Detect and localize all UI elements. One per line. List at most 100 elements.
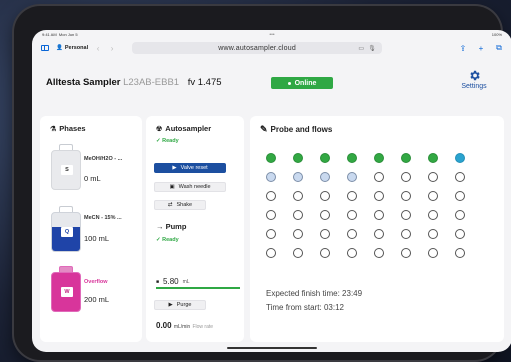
share-icon[interactable]: ⇪ (458, 44, 468, 53)
battery-status: 100% (491, 32, 502, 37)
expected-finish: Expected finish time: 23:49 (266, 289, 363, 298)
bottle-q[interactable]: Q (51, 206, 81, 252)
device-title: Alltesta Sampler L23AB-EBB1 fv 1.475 (46, 77, 222, 88)
device-name: Alltesta Sampler (46, 77, 121, 88)
reader-icon[interactable]: ▭ (358, 45, 364, 52)
probe-well-empty[interactable] (428, 248, 438, 258)
bottle-q-name: MeCN - 15% ... (84, 215, 122, 221)
wash-needle-button[interactable]: ▣ Wash needle (154, 182, 226, 192)
back-icon[interactable]: ‹ (94, 44, 102, 53)
probe-well-queued[interactable] (266, 172, 276, 182)
probe-well-empty[interactable] (401, 248, 411, 258)
settings-button[interactable]: Settings (454, 69, 494, 90)
screen: 9:41 AM Mon Jun 5 ••• 100% 👤 Personal ‹ … (32, 30, 511, 352)
probe-well-empty[interactable] (428, 191, 438, 201)
probe-well-empty[interactable] (293, 248, 303, 258)
multitask-dots[interactable]: ••• (269, 32, 274, 38)
probe-well-done[interactable] (347, 153, 357, 163)
browser-toolbar: 👤 Personal ‹ › www.autosampler.cloud ▭ 🎙… (32, 39, 511, 57)
probe-well-active[interactable] (455, 153, 465, 163)
probe-well-done[interactable] (266, 153, 276, 163)
pump-volume-value: 5.80 (163, 277, 179, 286)
probe-well-empty[interactable] (455, 229, 465, 239)
phases-panel: ⚗ Phases S MeOH/H2O - ... 0 mL Q MeCN - … (40, 116, 142, 342)
probe-well-empty[interactable] (320, 191, 330, 201)
forward-icon[interactable]: › (108, 44, 116, 53)
pump-title: → Pump (156, 222, 187, 231)
probe-well-empty[interactable] (374, 191, 384, 201)
probe-well-empty[interactable] (320, 229, 330, 239)
valve-reset-button[interactable]: ▶ Valve reset (154, 163, 226, 173)
bottle-s-volume: 0 mL (84, 174, 101, 183)
probe-well-empty[interactable] (401, 191, 411, 201)
status-label: Online (294, 79, 317, 87)
probe-well-empty[interactable] (347, 229, 357, 239)
play-icon: ▶ (172, 165, 177, 171)
autosampler-status: ✓ Ready (156, 138, 179, 144)
probe-well-empty[interactable] (455, 191, 465, 201)
flow-rate-value: 0.00 (156, 321, 172, 330)
time-from-start-value: 03:12 (323, 303, 344, 312)
new-tab-icon[interactable]: + (476, 44, 486, 53)
probe-well-empty[interactable] (293, 191, 303, 201)
probe-well-queued[interactable] (347, 172, 357, 182)
probe-well-done[interactable] (293, 153, 303, 163)
firmware-version: fv 1.475 (187, 77, 222, 88)
probe-well-empty[interactable] (347, 191, 357, 201)
probe-well-queued[interactable] (320, 172, 330, 182)
probe-well-empty[interactable] (374, 248, 384, 258)
probe-well-empty[interactable] (320, 210, 330, 220)
url-text: www.autosampler.cloud (218, 44, 296, 52)
probe-well-empty[interactable] (320, 248, 330, 258)
probe-well-empty[interactable] (455, 172, 465, 182)
microphone-icon[interactable]: 🎙 (368, 45, 376, 52)
probe-well-empty[interactable] (374, 229, 384, 239)
probe-well-empty[interactable] (266, 191, 276, 201)
url-bar[interactable]: www.autosampler.cloud ▭ 🎙 (132, 42, 383, 54)
probe-well-empty[interactable] (428, 172, 438, 182)
probe-well-empty[interactable] (266, 229, 276, 239)
gear-icon (469, 70, 480, 81)
home-indicator[interactable] (227, 347, 317, 349)
probe-well-empty[interactable] (374, 172, 384, 182)
bottle-s[interactable]: S (51, 144, 81, 190)
app-content: Alltesta Sampler L23AB-EBB1 fv 1.475 Onl… (32, 57, 511, 352)
tabs-overview-icon[interactable]: ⧉ (494, 43, 504, 52)
purge-button[interactable]: ▶ Purge (154, 300, 206, 310)
probe-well-empty[interactable] (293, 229, 303, 239)
bottle-q-volume: 100 mL (84, 234, 110, 243)
probe-well-empty[interactable] (428, 229, 438, 239)
stop-icon: ■ (156, 278, 160, 285)
probe-well-empty[interactable] (266, 210, 276, 220)
bottle-w[interactable]: W (51, 266, 81, 312)
status-dot (287, 81, 291, 85)
pump-progress-bar (156, 287, 240, 289)
probe-well-empty[interactable] (455, 210, 465, 220)
sidebar-toggle-icon[interactable] (40, 44, 50, 52)
probe-well-empty[interactable] (293, 210, 303, 220)
probe-well-empty[interactable] (455, 248, 465, 258)
shake-icon: ⇄ (167, 202, 173, 208)
probe-well-empty[interactable] (347, 210, 357, 220)
probe-title: ✎ Probe and flows (260, 124, 333, 134)
profile-button[interactable]: 👤 Personal (56, 45, 88, 51)
probe-well-empty[interactable] (266, 248, 276, 258)
probe-panel: ✎ Probe and flows Expected finish time: … (250, 116, 504, 342)
probe-well-empty[interactable] (347, 248, 357, 258)
probe-well-done[interactable] (401, 153, 411, 163)
profile-label: Personal (64, 45, 89, 51)
probe-well-empty[interactable] (428, 210, 438, 220)
probe-well-empty[interactable] (401, 229, 411, 239)
probe-well-done[interactable] (320, 153, 330, 163)
probe-well-done[interactable] (428, 153, 438, 163)
probe-well-empty[interactable] (401, 210, 411, 220)
app-header: Alltesta Sampler L23AB-EBB1 fv 1.475 Onl… (46, 69, 498, 111)
probe-well-empty[interactable] (401, 172, 411, 182)
settings-label: Settings (461, 83, 487, 90)
phases-title: ⚗ Phases (50, 124, 86, 133)
probe-well-done[interactable] (374, 153, 384, 163)
probe-well-empty[interactable] (374, 210, 384, 220)
bottle-s-name: MeOH/H2O - ... (84, 156, 123, 162)
shake-button[interactable]: ⇄ Shake (154, 200, 206, 210)
probe-well-queued[interactable] (293, 172, 303, 182)
